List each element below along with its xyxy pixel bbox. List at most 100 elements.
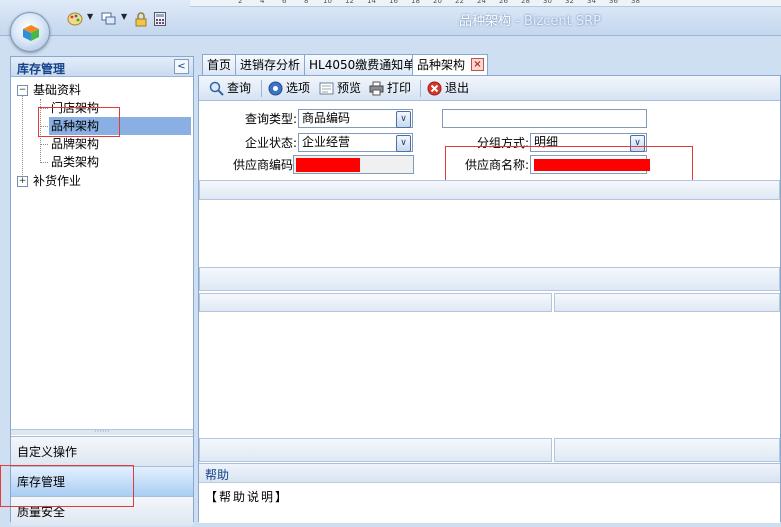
chevron-down-icon[interactable]: ∨ [396, 111, 411, 128]
navigation-panel: 库存管理 < − 基础资料 门店架构 品种架构 品牌架构 品类架构 + 补货作业… [10, 56, 194, 526]
group-band [199, 267, 780, 291]
tree-node-brand[interactable]: 品牌架构 [51, 135, 191, 153]
nav-label: 质量安全 [17, 505, 66, 519]
ruler-tick: 32 [565, 0, 574, 5]
ruler-tick: 36 [609, 0, 618, 5]
tree-connector [22, 95, 23, 175]
panel-splitter[interactable]: ······ [11, 428, 193, 436]
lock-icon [135, 11, 147, 26]
grid-footer-left [199, 438, 552, 462]
calculator-icon [154, 12, 166, 26]
options-button[interactable]: 选项 [268, 79, 310, 98]
supplier-code-label: 供应商编码 [232, 158, 293, 172]
expand-toggle-icon[interactable]: + [17, 176, 28, 187]
collapse-toggle-icon[interactable]: − [17, 85, 28, 96]
tree-node-basic-data[interactable]: − 基础资料 [15, 81, 185, 99]
help-title: 帮助 [205, 468, 230, 482]
help-text: 【帮助说明】 [205, 490, 290, 504]
ruler-tick: 14 [367, 0, 376, 5]
window-title: 品种架构 - Bizcent SRP [380, 10, 680, 29]
status-label: 企业状态: [244, 136, 297, 150]
calculator-button[interactable] [152, 10, 168, 28]
ruler-tick: 10 [323, 0, 332, 5]
preview-icon [319, 82, 334, 95]
windows-icon [101, 12, 116, 25]
toolbar-label: 打印 [387, 81, 412, 95]
nav-custom-operations[interactable]: 自定义操作 [11, 436, 193, 466]
panel-header: 库存管理 < [11, 57, 193, 77]
grid-header-left[interactable] [199, 293, 552, 312]
panel-title: 库存管理 [17, 62, 66, 76]
nav-label: 自定义操作 [17, 445, 78, 459]
supplier-code-input[interactable] [293, 155, 414, 174]
help-header: 帮助 [199, 463, 780, 483]
main-content: 查询 选项 预览 打印 退出 查询类型: 商品编码 ∨ 企业状态: 企业经营 ∨… [198, 75, 781, 523]
toolbar-label: 选项 [286, 81, 311, 95]
tab-label: 品种架构 [417, 58, 466, 72]
tree-node-label: 品类架构 [51, 155, 100, 169]
help-content: 【帮助说明】 [199, 484, 780, 523]
printer-icon [369, 81, 384, 96]
toolbar-separator [261, 80, 262, 97]
window-button[interactable] [98, 10, 120, 28]
ruler-tick: 26 [499, 0, 508, 5]
ruler-tick: 38 [631, 0, 640, 5]
window-title-main: 品种架构 [458, 14, 511, 29]
exit-button[interactable]: 退出 [427, 79, 469, 98]
window-title-sub: - Bizcent SRP [510, 14, 602, 29]
tree-node-replenishment[interactable]: + 补货作业 [15, 172, 185, 190]
ruler-tick: 20 [433, 0, 442, 5]
annotation-box [0, 465, 134, 507]
palette-button[interactable] [64, 10, 86, 28]
ruler-tick: 6 [282, 0, 287, 5]
ruler: 4 2 2 4 6 8 10 12 14 16 18 20 22 24 26 2… [190, 0, 781, 7]
tab-variety-structure[interactable]: 品种架构 × [412, 54, 488, 76]
gear-icon [268, 81, 283, 96]
toolbar-label: 查询 [227, 81, 252, 95]
query-value-input[interactable] [442, 109, 647, 128]
toolbar-label: 退出 [445, 81, 470, 95]
chevron-down-icon[interactable]: ▼ [121, 12, 127, 21]
tab-strip: 首页 进销存分析 HL4050缴费通知单 品种架构 × [198, 54, 781, 76]
ruler-tick: 30 [543, 0, 552, 5]
lock-button[interactable] [133, 10, 149, 28]
palette-icon [67, 12, 83, 26]
chevron-down-icon[interactable]: ▼ [87, 12, 93, 21]
ruler-tick: 16 [389, 0, 398, 5]
tab-label: HL4050缴费通知单 [309, 58, 416, 72]
tab-label: 首页 [207, 58, 232, 72]
tab-home[interactable]: 首页 [202, 54, 237, 75]
tab-sales-analysis[interactable]: 进销存分析 [235, 54, 306, 75]
ruler-tick: 2 [238, 0, 243, 5]
query-button[interactable]: 查询 [209, 79, 251, 98]
close-tab-icon[interactable]: × [471, 58, 484, 71]
collapse-panel-button[interactable]: < [174, 59, 189, 74]
grid-footer-right [554, 438, 780, 462]
query-type-select[interactable]: 商品编码 ∨ [298, 109, 413, 128]
chevron-down-icon[interactable]: ∨ [396, 135, 411, 152]
annotation-box [445, 146, 693, 182]
ruler-tick: 24 [477, 0, 486, 5]
ruler-tick: 28 [521, 0, 530, 5]
preview-button[interactable]: 预览 [319, 79, 361, 98]
print-button[interactable]: 打印 [369, 79, 411, 98]
data-grid[interactable] [199, 312, 780, 438]
tree-connector [40, 144, 48, 145]
ruler-tick: 4 [260, 0, 265, 5]
grid-header-right[interactable] [554, 293, 780, 312]
tree-node-label: 品牌架构 [51, 137, 100, 151]
status-value: 企业经营 [302, 135, 351, 149]
ruler-tick: 34 [587, 0, 596, 5]
ruler-tick: 22 [455, 0, 464, 5]
toolbar-label: 预览 [337, 81, 362, 95]
group-band [199, 180, 780, 200]
tree-node-category[interactable]: 品类架构 [51, 153, 191, 171]
app-menu-button[interactable] [10, 12, 50, 52]
status-select[interactable]: 企业经营 ∨ [298, 133, 413, 152]
toolbar-separator [420, 80, 421, 97]
tab-payment-notice[interactable]: HL4050缴费通知单 [304, 54, 421, 75]
ruler-tick: 18 [411, 0, 420, 5]
ruler-tick: 8 [304, 0, 309, 5]
exit-icon [427, 81, 442, 96]
redaction-block [296, 158, 360, 172]
